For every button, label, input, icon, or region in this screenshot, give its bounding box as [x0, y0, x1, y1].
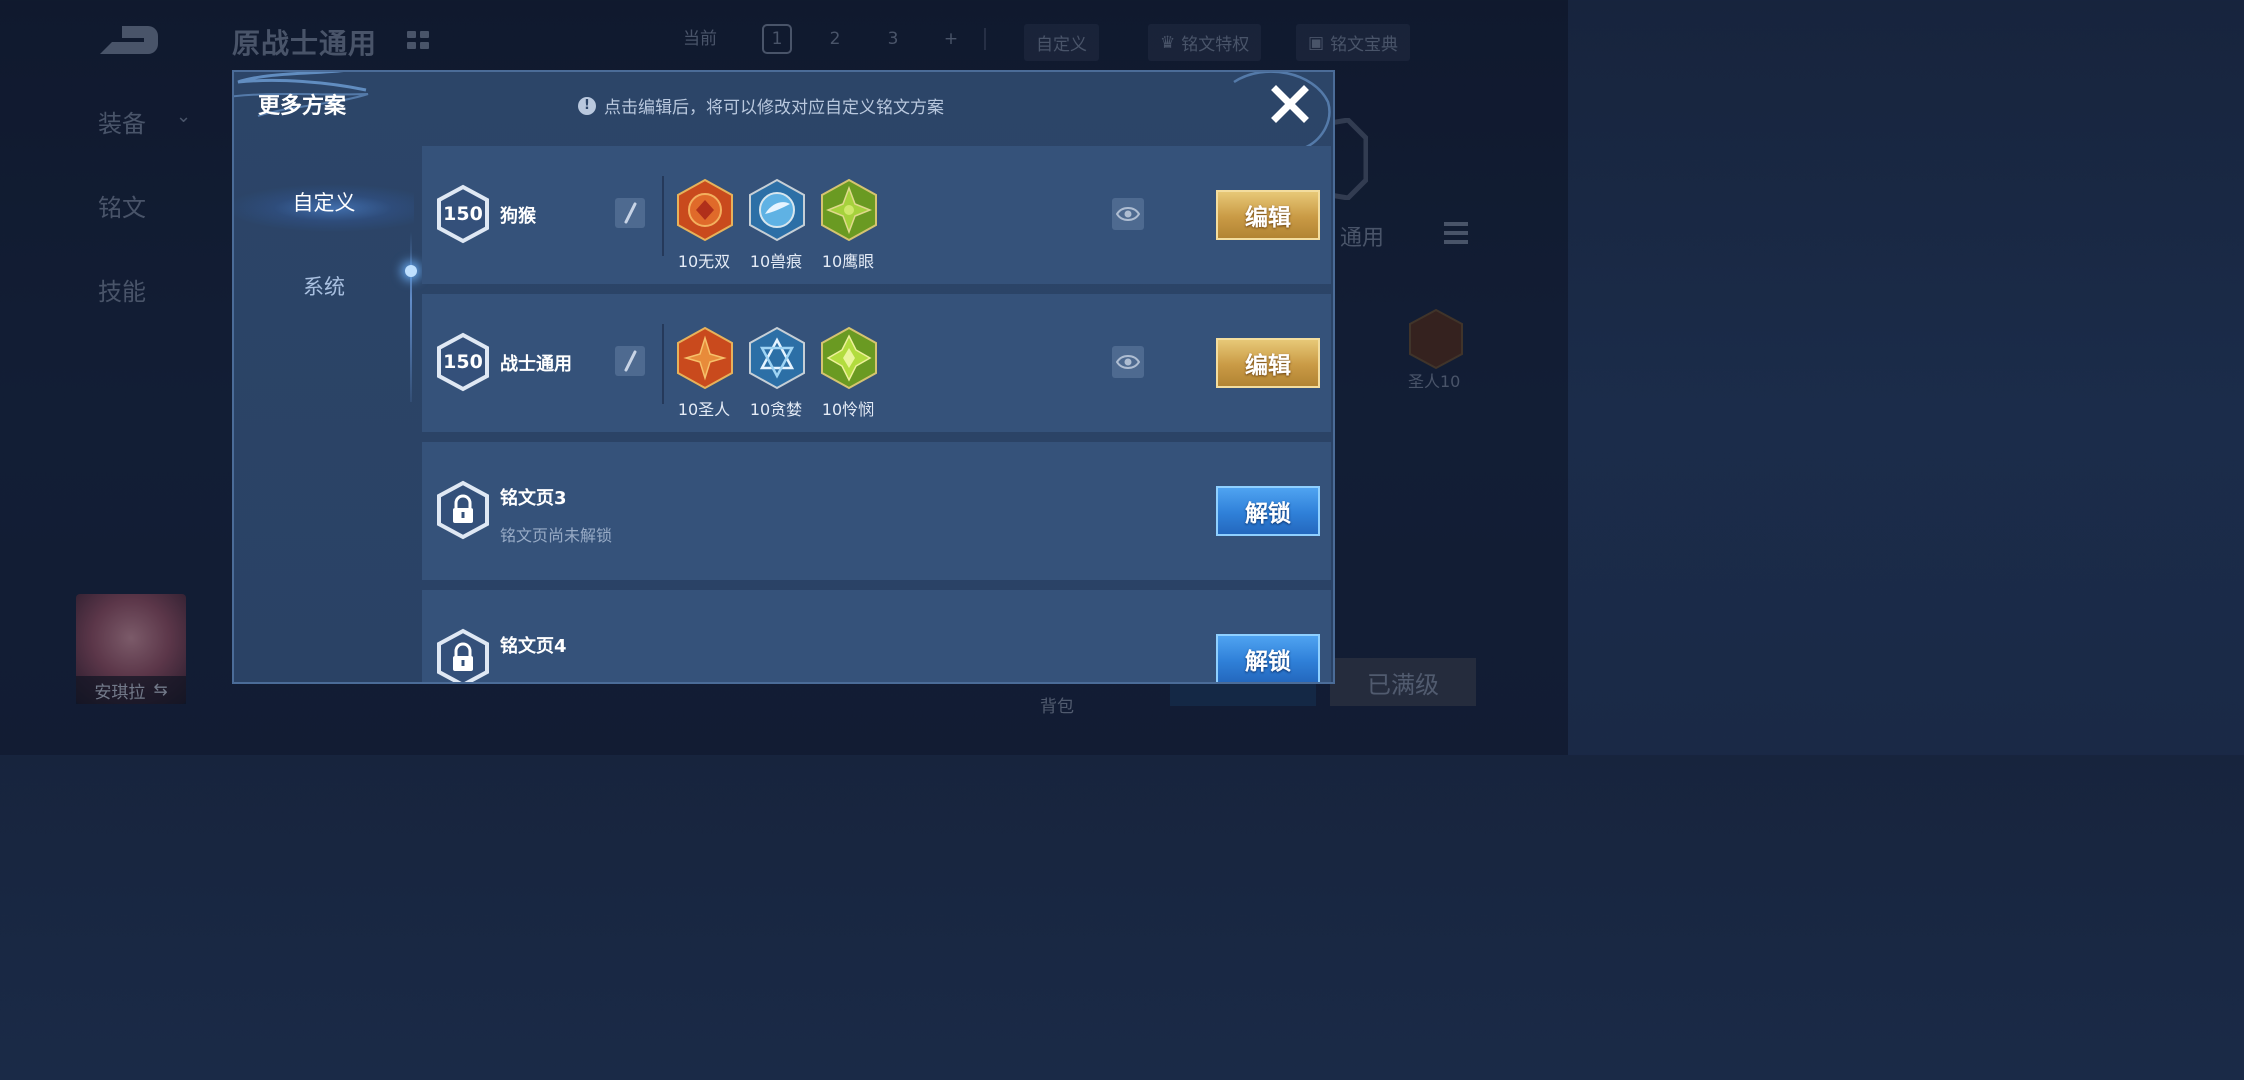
- rune-label: 10鹰眼: [821, 252, 875, 271]
- rune-label: 10圣人: [677, 400, 731, 419]
- locked-page-name: 铭文页4: [500, 636, 567, 657]
- hint-text: 点击编辑后，将可以修改对应自定义铭文方案: [604, 98, 944, 118]
- rune-icon-shengren: [677, 326, 733, 390]
- row-divider: [662, 324, 664, 404]
- rune-page-title: 原战士通用: [232, 27, 378, 60]
- locked-page-row-4: 铭文页4 解锁: [422, 590, 1331, 682]
- rune-label: 10无双: [677, 252, 731, 271]
- add-page-button[interactable]: +: [936, 29, 966, 49]
- close-icon[interactable]: [1268, 82, 1312, 126]
- eye-icon: [1116, 355, 1140, 369]
- lock-icon: [437, 628, 489, 682]
- side-tab-equipment[interactable]: 装备: [98, 104, 146, 139]
- row-divider: [662, 176, 664, 256]
- rune-guide-button[interactable]: ▣ 铭文宝典: [1296, 24, 1411, 61]
- edit-button[interactable]: 编辑: [1216, 190, 1320, 240]
- locked-page-row-3: 铭文页3 铭文页尚未解锁 解锁: [422, 442, 1331, 580]
- current-page-label: 当前: [683, 29, 717, 49]
- preview-button[interactable]: [1112, 346, 1144, 378]
- preview-button[interactable]: [1112, 198, 1144, 230]
- hero-name: 安琪拉: [94, 682, 146, 703]
- plan-name: 狗猴: [500, 206, 536, 227]
- page-tab-3[interactable]: 3: [878, 29, 908, 49]
- right-plan-title: 通用: [1340, 226, 1385, 251]
- rune-privilege-label: 铭文特权: [1181, 35, 1250, 55]
- rune-privilege-button[interactable]: ♛ 铭文特权: [1148, 24, 1262, 61]
- eye-icon: [1116, 207, 1140, 221]
- locked-page-status: 铭文页尚未解锁: [500, 526, 613, 545]
- rune-icon-shouhen: [749, 178, 805, 242]
- rune-icon-wushuang: [677, 178, 733, 242]
- grid-menu-icon[interactable]: [402, 26, 430, 54]
- rune-icon-tanlan: [749, 326, 805, 390]
- bag-button[interactable]: 背包: [1040, 680, 1074, 728]
- edit-button[interactable]: 编辑: [1216, 338, 1320, 388]
- info-icon: !: [578, 96, 596, 115]
- tab-system[interactable]: 系统: [234, 256, 414, 316]
- dialog-hint: ! 点击编辑后，将可以修改对应自定义铭文方案: [578, 93, 944, 118]
- book-icon: ▣: [1308, 32, 1325, 53]
- list-icon[interactable]: [1444, 222, 1468, 248]
- side-tab-runes[interactable]: 铭文: [98, 188, 146, 223]
- lock-icon: [437, 480, 489, 540]
- page-selector: 当前: [683, 24, 717, 49]
- tab-custom[interactable]: 自定义: [234, 172, 414, 232]
- chevron-down-icon: ⌄: [176, 106, 192, 127]
- side-tab-skills[interactable]: 技能: [98, 272, 146, 307]
- rune-label: 10怜悯: [821, 400, 875, 419]
- unlock-button[interactable]: 解锁: [1216, 486, 1320, 536]
- rune-label: 10兽痕: [749, 252, 803, 271]
- plan-level: 150: [443, 203, 483, 225]
- pencil-icon[interactable]: [615, 198, 645, 228]
- rune-icon: [1409, 308, 1463, 370]
- plan-level: 150: [443, 351, 483, 373]
- rune-icon-yingyan: [821, 178, 877, 242]
- hero-name-bar[interactable]: 安琪拉 ⇆: [76, 676, 186, 704]
- back-arrow-icon[interactable]: [92, 22, 162, 58]
- dialog-title: 更多方案: [258, 94, 347, 119]
- swap-icon: ⇆: [153, 680, 168, 700]
- page-tab-1[interactable]: 1: [762, 24, 792, 54]
- plan-row-1: 150 狗猴 10无双 10兽痕 10鹰眼 编辑: [422, 146, 1331, 284]
- rune-label: 10贪婪: [749, 400, 803, 419]
- plan-name: 战士通用: [500, 354, 572, 375]
- locked-page-name: 铭文页3: [500, 488, 567, 509]
- page-tab-2[interactable]: 2: [820, 29, 850, 49]
- rune-guide-label: 铭文宝典: [1330, 35, 1399, 55]
- rune-icon-lianmin: [821, 326, 877, 390]
- plan-row-2: 150 战士通用 10圣人 10贪婪 10怜悯 编辑: [422, 294, 1331, 432]
- page-tabs: 1 2 3 +: [762, 24, 986, 54]
- right-rune-label: 圣人10: [1408, 372, 1461, 391]
- nav-divider: [984, 28, 986, 50]
- unlock-button[interactable]: 解锁: [1216, 634, 1320, 682]
- max-level-button: 已满级: [1330, 658, 1476, 706]
- more-plans-dialog: 更多方案 ! 点击编辑后，将可以修改对应自定义铭文方案 自定义 系统 150 狗…: [232, 70, 1335, 684]
- pencil-icon[interactable]: [615, 346, 645, 376]
- custom-button[interactable]: 自定义: [1024, 24, 1099, 61]
- crown-icon: ♛: [1160, 32, 1176, 53]
